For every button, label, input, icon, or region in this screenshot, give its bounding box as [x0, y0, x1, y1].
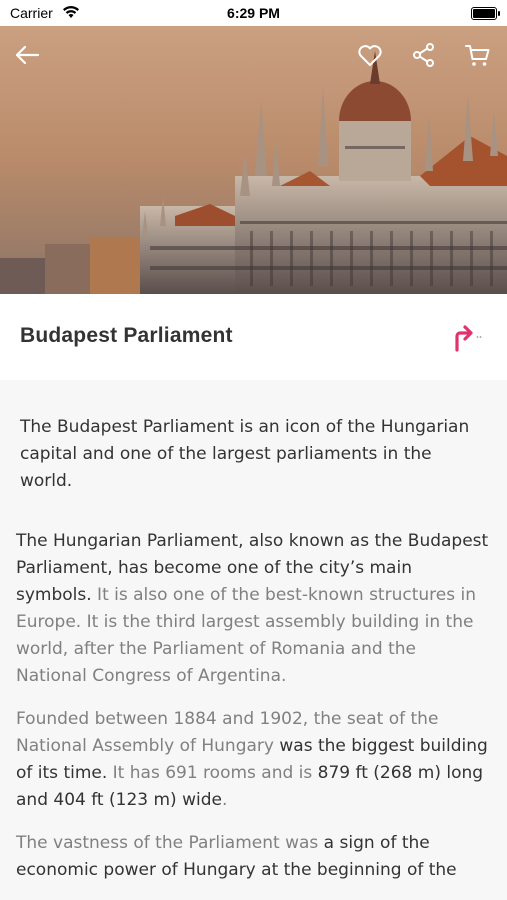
- cart-button[interactable]: [463, 40, 493, 70]
- place-title: Budapest Parliament: [20, 324, 233, 347]
- directions-button[interactable]: [451, 324, 483, 352]
- back-button[interactable]: [12, 40, 42, 70]
- share-button[interactable]: [409, 40, 439, 70]
- hero-image: [0, 26, 507, 294]
- body-text: The vastness of the Parliament was: [16, 833, 324, 853]
- paragraph: The Hungarian Parliament, also known as …: [16, 528, 491, 690]
- paragraph: Founded between 1884 and 1902, the seat …: [16, 706, 491, 814]
- status-bar: Carrier 6:29 PM: [0, 0, 507, 26]
- battery-icon: [471, 7, 500, 20]
- favorite-button[interactable]: [355, 40, 385, 70]
- arrow-left-icon: [15, 45, 40, 65]
- turn-right-arrow-icon: [455, 325, 482, 352]
- status-time: 6:29 PM: [227, 5, 280, 21]
- intro-text: The Budapest Parliament is an icon of th…: [20, 417, 470, 491]
- cart-icon: [465, 45, 490, 66]
- description: The Budapest Parliament is an icon of th…: [0, 380, 507, 884]
- body-text: .: [221, 790, 228, 810]
- paragraph: The vastness of the Parliament was a sig…: [16, 830, 491, 884]
- place-header: Budapest Parliament: [0, 294, 507, 380]
- share-icon: [413, 43, 434, 67]
- heart-icon: [358, 45, 382, 66]
- body-text: It has 691 rooms and is: [107, 763, 318, 783]
